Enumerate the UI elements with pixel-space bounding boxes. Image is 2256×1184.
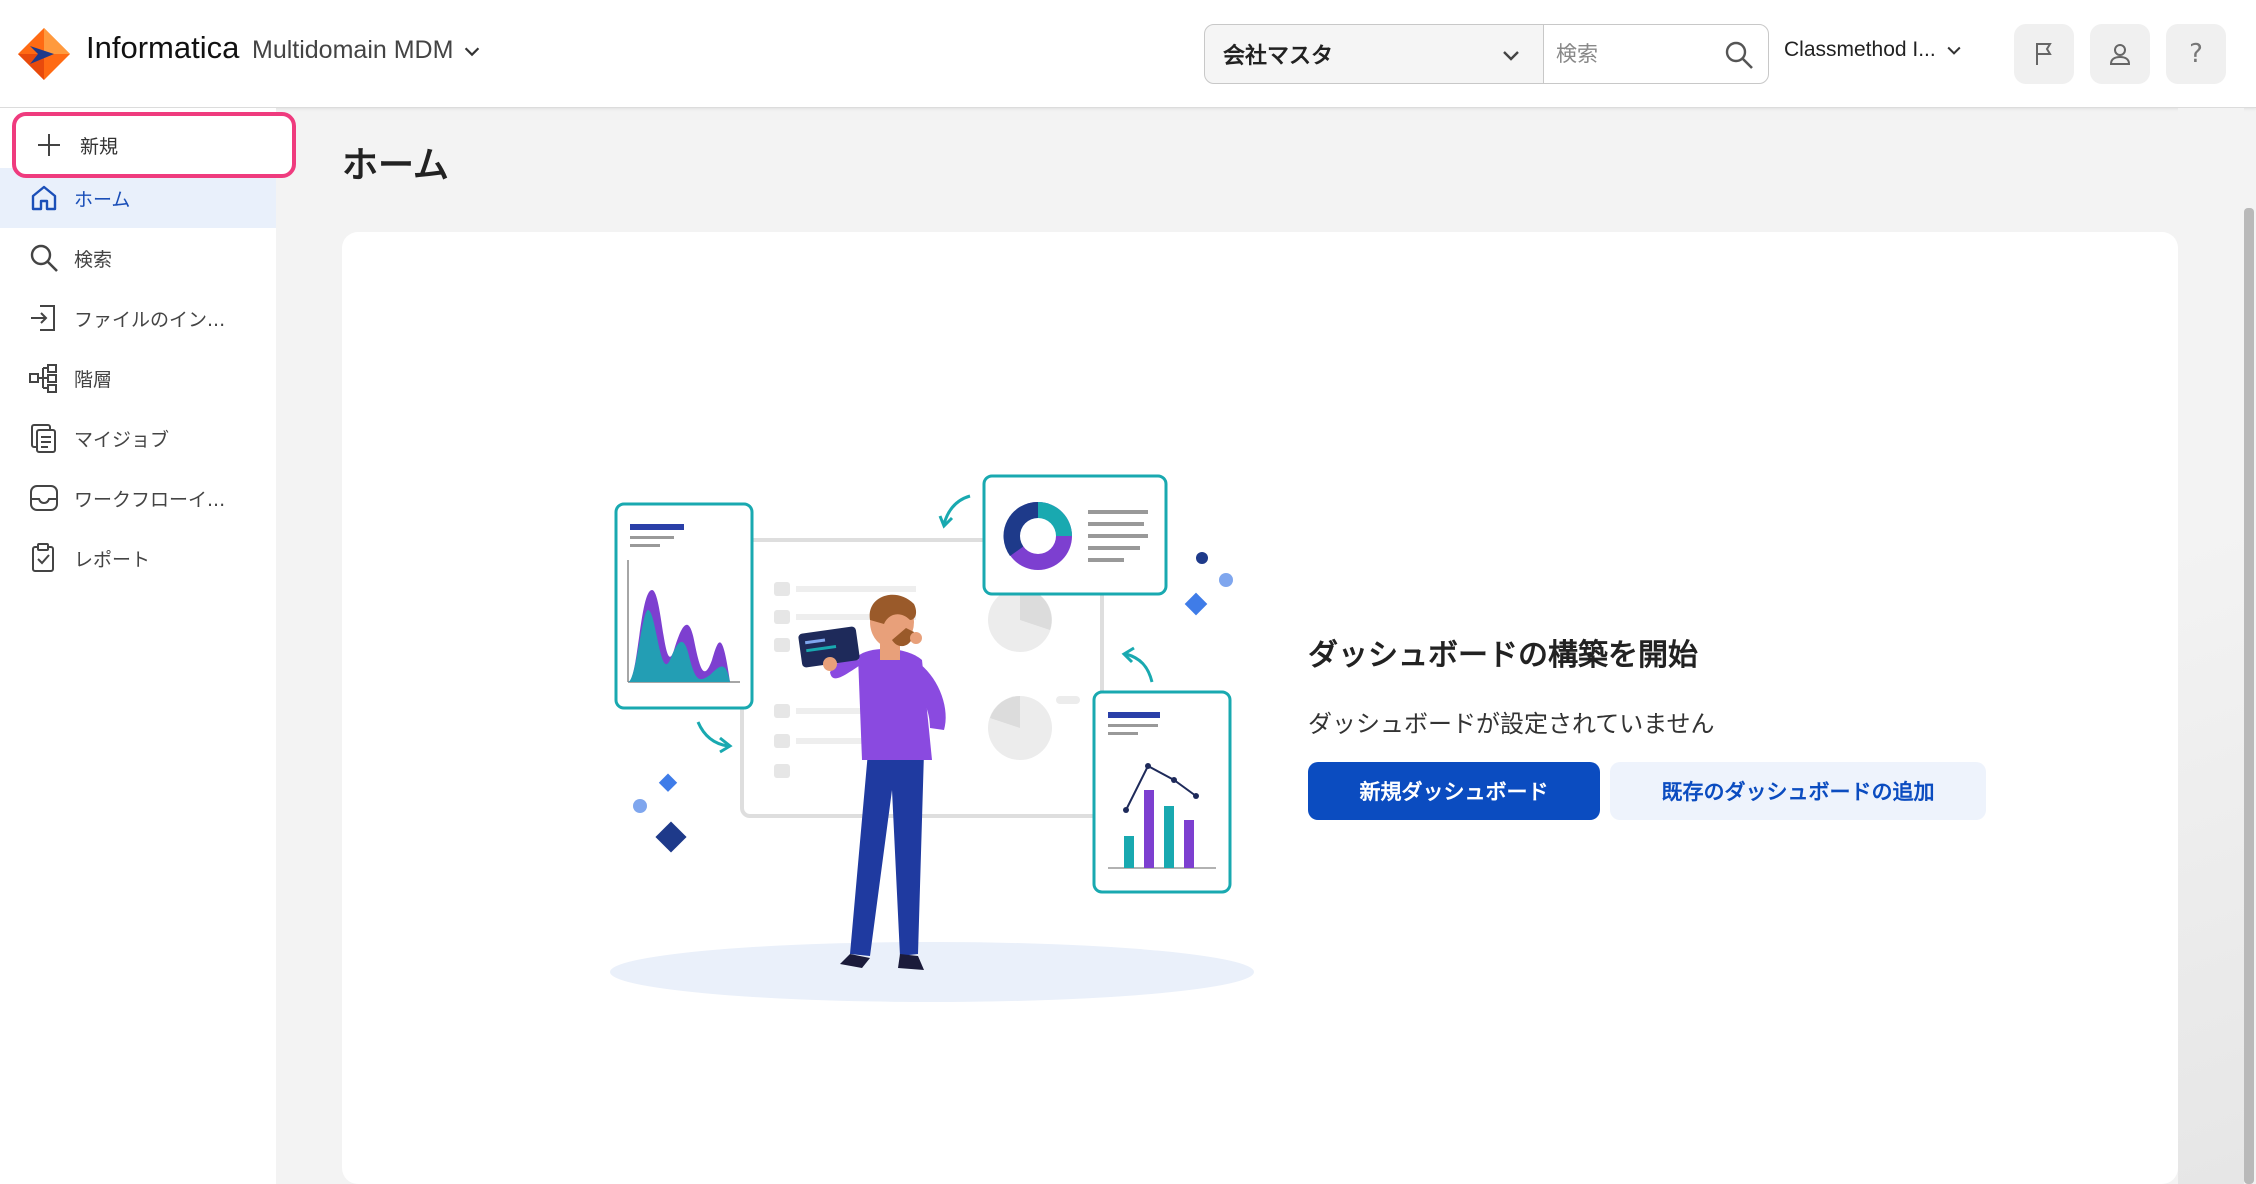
chevron-down-icon	[465, 46, 480, 56]
search-icon[interactable]	[1724, 40, 1754, 70]
sidebar-item-my-jobs[interactable]: マイジョブ	[0, 408, 276, 468]
file-import-icon	[31, 305, 55, 331]
sidebar-item-report[interactable]: レポート	[0, 528, 276, 588]
domain-select[interactable]: 会社マスタ	[1204, 24, 1544, 84]
search-icon	[30, 244, 58, 272]
sidebar-item-search[interactable]: 検索	[0, 228, 276, 288]
brand-name: Informatica	[86, 30, 240, 65]
inbox-icon	[30, 485, 58, 511]
flag-icon	[2036, 43, 2052, 65]
search-input[interactable]	[1556, 37, 1706, 71]
org-name: Classmethod I...	[1784, 38, 1936, 61]
sidebar-item-label: ワークフローイ...	[74, 488, 226, 511]
product-name: Multidomain MDM	[252, 36, 454, 64]
informatica-logo[interactable]	[16, 26, 72, 82]
chevron-down-icon	[1503, 51, 1519, 61]
help-icon: ?	[2189, 39, 2203, 69]
domain-select-value: 会社マスタ	[1223, 44, 1334, 69]
background-shade	[2178, 108, 2244, 1184]
sidebar: 新規 ホーム 検索 ファイルのイン... 階層 マイジョブ ワークフローイ...…	[0, 108, 296, 1184]
new-dashboard-button[interactable]: 新規ダッシュボード	[1308, 762, 1600, 820]
product-switcher[interactable]: Multidomain MDM	[252, 36, 483, 65]
dashboard-illustration	[610, 474, 1254, 1002]
empty-state-subtitle: ダッシュボードが設定されていません	[1308, 710, 1715, 738]
empty-state-title: ダッシュボードの構築を開始	[1308, 638, 1698, 673]
report-icon	[32, 543, 54, 572]
sidebar-item-label: 階層	[74, 368, 113, 391]
profile-button[interactable]	[2090, 24, 2150, 84]
sidebar-item-label: ファイルのイン...	[74, 308, 226, 331]
hierarchy-icon	[29, 364, 57, 393]
sidebar-item-file-import[interactable]: ファイルのイン...	[0, 288, 276, 348]
page-scrollbar[interactable]	[2244, 208, 2254, 1184]
top-header: Informatica Multidomain MDM 会社マスタ Classm…	[0, 0, 2256, 108]
user-icon	[2109, 44, 2131, 65]
plus-icon	[38, 134, 60, 156]
add-existing-dashboard-button[interactable]: 既存のダッシュボードの追加	[1610, 762, 1986, 820]
new-button[interactable]: 新規	[12, 112, 296, 178]
jobs-icon	[31, 424, 56, 453]
help-button[interactable]: ?	[2166, 24, 2226, 84]
sidebar-item-workflow-inbox[interactable]: ワークフローイ...	[0, 468, 276, 528]
home-icon	[31, 185, 57, 211]
sidebar-item-label: マイジョブ	[74, 428, 170, 451]
chevron-down-icon	[1947, 46, 1961, 55]
sidebar-item-label: レポート	[74, 548, 151, 571]
sidebar-item-label: ホーム	[74, 188, 131, 211]
org-switcher[interactable]: Classmethod I...	[1784, 38, 1964, 62]
notifications-button[interactable]	[2014, 24, 2074, 84]
sidebar-item-label: 検索	[74, 248, 113, 271]
page-title: ホーム	[342, 145, 449, 186]
sidebar-item-hierarchy[interactable]: 階層	[0, 348, 276, 408]
global-search	[1543, 24, 1769, 84]
new-button-label: 新規	[80, 136, 119, 158]
